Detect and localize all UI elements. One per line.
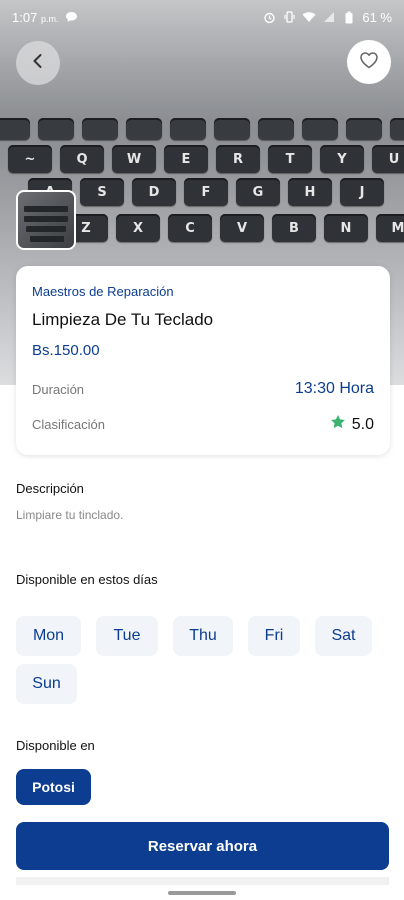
- rating-value: 5.0: [351, 415, 374, 433]
- day-chip-sat[interactable]: Sat: [315, 616, 372, 656]
- day-chip-tue[interactable]: Tue: [96, 616, 158, 656]
- day-chip-fri[interactable]: Fri: [248, 616, 300, 656]
- battery-icon: [342, 11, 356, 23]
- day-chip-mon[interactable]: Mon: [16, 616, 81, 656]
- gallery-thumbnail[interactable]: [16, 190, 76, 250]
- book-now-button[interactable]: Reservar ahora: [16, 822, 389, 870]
- duration-value: 13:30 Hora: [294, 380, 374, 397]
- location-title: Disponible en: [16, 738, 95, 753]
- availability-title: Disponible en estos días: [16, 572, 158, 587]
- keyboard-function-row: [0, 118, 404, 140]
- service-info-card: Maestros de Reparación Limpieza De Tu Te…: [16, 266, 390, 455]
- heart-outline-icon: [359, 51, 379, 74]
- status-bar: 1:07 p.m. 61 %: [0, 0, 404, 34]
- service-price: Bs.150.00: [32, 342, 100, 359]
- favorite-button[interactable]: [347, 40, 391, 84]
- description-text: Limpiare tu tinclado.: [16, 508, 124, 522]
- vibrate-icon: [282, 11, 296, 23]
- service-title: Limpieza De Tu Teclado: [32, 310, 214, 329]
- wifi-icon: [302, 11, 316, 23]
- duration-row: Duración 13:30 Hora: [32, 380, 374, 398]
- keyboard-home-row: ASDFGHJ: [28, 178, 384, 206]
- rating-row: Clasificación 5.0: [32, 414, 374, 435]
- keyboard-qwerty-row: ~ Q W E R T Y U: [8, 145, 404, 173]
- service-category: Maestros de Reparación: [32, 284, 174, 299]
- signal-icon: [322, 11, 336, 23]
- chevron-left-icon: [31, 53, 45, 74]
- day-chip-thu[interactable]: Thu: [173, 616, 233, 656]
- rating-label: Clasificación: [32, 417, 105, 432]
- status-time: 1:07 p.m.: [12, 9, 59, 25]
- battery-level: 61 %: [362, 9, 392, 25]
- alarm-icon: [262, 11, 276, 23]
- bottom-divider: [16, 877, 389, 885]
- keyboard-bottom-row: ZXCVBNM: [64, 214, 404, 242]
- home-indicator[interactable]: [168, 891, 236, 895]
- star-icon: [330, 414, 346, 435]
- day-chip-sun[interactable]: Sun: [16, 664, 77, 704]
- description-title: Descripción: [16, 481, 84, 496]
- back-button[interactable]: [16, 41, 60, 85]
- chat-bubble-icon: [64, 11, 78, 23]
- duration-label: Duración: [32, 381, 85, 397]
- location-chip-potosi[interactable]: Potosi: [16, 769, 91, 805]
